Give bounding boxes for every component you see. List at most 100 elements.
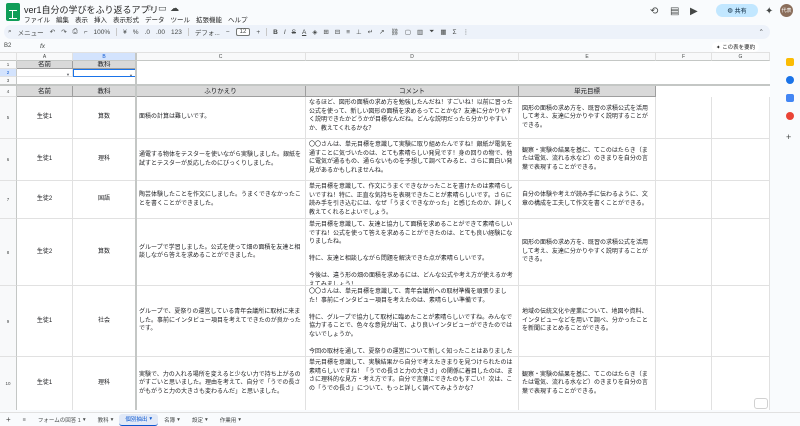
- frozen-column-divider[interactable]: [135, 53, 137, 410]
- rotate-icon[interactable]: ↗: [379, 28, 384, 36]
- sheets-logo-icon[interactable]: [6, 3, 20, 21]
- font-increase-icon[interactable]: +: [256, 29, 260, 36]
- column-header-d[interactable]: D: [306, 53, 519, 61]
- column-header-e[interactable]: E: [519, 53, 656, 61]
- gemini-icon[interactable]: ✦: [765, 6, 773, 17]
- tab-work[interactable]: 作業用 ▾: [214, 414, 247, 426]
- currency-icon[interactable]: ¥: [123, 29, 127, 36]
- tab-subjects[interactable]: 教科 ▾: [92, 414, 120, 426]
- meet-icon[interactable]: ▶: [690, 6, 698, 17]
- dropdown-arrow-icon[interactable]: ▼: [66, 71, 70, 76]
- tab-roster[interactable]: 名簿 ▾: [158, 414, 186, 426]
- text-color-icon[interactable]: A: [302, 29, 306, 36]
- column-header-c[interactable]: C: [136, 53, 306, 61]
- sheet-grid[interactable]: A B C D E F G 1 2 3 4 名前 教科 ▼ ▼ 名前 教科 ふり…: [0, 53, 770, 410]
- summarize-button[interactable]: ✦ この表を要約: [712, 42, 760, 52]
- fill-color-icon[interactable]: ◈: [312, 28, 317, 36]
- menu-help[interactable]: ヘルプ: [228, 14, 248, 24]
- font-decrease-icon[interactable]: −: [226, 29, 230, 36]
- menu-format[interactable]: 表示形式: [113, 14, 139, 24]
- header-cell-goal[interactable]: 単元目標: [519, 86, 656, 97]
- reflection-cell[interactable]: グループで学習しました。公式を使って畑の面積を友達と相談しながら答えを求めること…: [136, 219, 306, 286]
- star-icon[interactable]: ☆: [146, 3, 154, 14]
- tab-settings[interactable]: 設定 ▾: [186, 414, 214, 426]
- comment-cell[interactable]: 単元目標を意識して、実験結果から自分で考えたきまりを見つけられたのは素晴らしいで…: [306, 357, 519, 410]
- collapse-toolbar-icon[interactable]: ⌃: [759, 28, 764, 36]
- goal-cell[interactable]: 図形の面積の求め方を、既習の求積公式を活用して考え、友達に分かりやすく説明するこ…: [519, 219, 656, 286]
- wrap-icon[interactable]: ↵: [368, 28, 373, 36]
- all-sheets-icon[interactable]: ≡: [17, 414, 32, 426]
- column-header-g[interactable]: G: [712, 53, 770, 61]
- decimal-decrease-icon[interactable]: .0: [145, 29, 150, 36]
- chart-icon[interactable]: ▥: [417, 28, 423, 36]
- row-header[interactable]: 9: [0, 286, 17, 357]
- goal-cell[interactable]: 自分の体験や考えが読み手に伝わるように、文章の構成を工夫して作文を書くことができ…: [519, 181, 656, 219]
- reflection-cell[interactable]: 面積の計算は難しいです。: [136, 97, 306, 139]
- italic-icon[interactable]: I: [284, 29, 286, 36]
- row-header[interactable]: 8: [0, 219, 17, 286]
- redo-icon[interactable]: ↷: [61, 28, 66, 36]
- menu-view[interactable]: 表示: [75, 14, 88, 24]
- row-header[interactable]: 6: [0, 139, 17, 181]
- header-cell-name-top[interactable]: 名前: [17, 61, 73, 69]
- font-size-input[interactable]: 12: [235, 28, 251, 36]
- header-cell-comment[interactable]: コメント: [306, 86, 519, 97]
- goal-cell[interactable]: 観察・実験の結果を基に、てこのはたらき（または電気、流れる水など）のきまりを自分…: [519, 139, 656, 181]
- row-header[interactable]: 4: [0, 86, 17, 97]
- valign-icon[interactable]: ⊥: [356, 28, 362, 36]
- goal-cell[interactable]: 観察・実験の結果を基に、てこのはたらき（または電気、流れる水など）のきまりを自分…: [519, 357, 656, 410]
- empty-cell[interactable]: [656, 139, 712, 181]
- decimal-increase-icon[interactable]: .00: [156, 29, 165, 36]
- insert-comment-icon[interactable]: ▢: [405, 28, 411, 36]
- menu-extensions[interactable]: 拡張機能: [196, 14, 222, 24]
- row-header[interactable]: 5: [0, 97, 17, 139]
- link-icon[interactable]: ⛓: [391, 28, 399, 36]
- row-header[interactable]: 1: [0, 61, 17, 69]
- subject-cell[interactable]: 国語: [73, 181, 136, 219]
- search-icon[interactable]: ⌕: [8, 28, 12, 36]
- comment-cell[interactable]: 〇〇さんは、単元目標を意識して、青年会議所への取材準備を頑張りました！事前にイン…: [306, 286, 519, 357]
- empty-cell[interactable]: [712, 97, 770, 139]
- functions-icon[interactable]: Σ: [453, 29, 457, 36]
- paint-format-icon[interactable]: ⌐: [84, 29, 88, 36]
- name-cell[interactable]: 生徒1: [17, 286, 73, 357]
- column-header-b[interactable]: B: [73, 53, 136, 61]
- header-cell-subject[interactable]: 教科: [73, 86, 136, 97]
- subject-cell[interactable]: 理科: [73, 357, 136, 410]
- filter-views-icon[interactable]: ▦: [440, 28, 446, 36]
- menu-search-label[interactable]: メニュー: [18, 27, 44, 37]
- empty-cell[interactable]: [656, 219, 712, 286]
- name-cell[interactable]: 生徒1: [17, 139, 73, 181]
- header-cell-reflection[interactable]: ふりかえり: [136, 86, 306, 97]
- align-icon[interactable]: ≡: [346, 29, 350, 36]
- zoom-select[interactable]: 100%: [94, 29, 111, 36]
- name-cell[interactable]: 生徒1: [17, 97, 73, 139]
- header-cell-name[interactable]: 名前: [17, 86, 73, 97]
- add-sheet-icon[interactable]: +: [0, 414, 17, 426]
- number-format-icon[interactable]: 123: [171, 29, 182, 36]
- select-all-corner[interactable]: [0, 53, 17, 61]
- goal-cell[interactable]: 地域の伝統文化や産業について、地図や資料、インタビューなどを用いて調べ、分かった…: [519, 286, 656, 357]
- share-button[interactable]: ◍ 共有: [716, 4, 758, 17]
- contacts-icon[interactable]: [786, 94, 794, 102]
- subject-dropdown-cell[interactable]: ▼: [73, 69, 136, 77]
- menu-file[interactable]: ファイル: [24, 14, 50, 24]
- reflection-cell[interactable]: 陶芸体験したことを作文にしました。うまくできなかったことを書くことができました。: [136, 181, 306, 219]
- filter-icon[interactable]: ⏷: [429, 28, 434, 36]
- menu-insert[interactable]: 挿入: [94, 14, 107, 24]
- borders-icon[interactable]: ⊞: [323, 28, 328, 36]
- tab-individual-extract[interactable]: 個別抽出 ▾: [119, 413, 159, 426]
- empty-cell[interactable]: [712, 286, 770, 357]
- goal-cell[interactable]: 図形の面積の求め方を、既習の求積公式を活用して考え、友達に分かりやすく説明するこ…: [519, 97, 656, 139]
- more-icon[interactable]: ⋮: [463, 28, 470, 36]
- tab-form-responses[interactable]: フォームの回答 1 ▾: [32, 414, 92, 426]
- empty-cell[interactable]: [656, 181, 712, 219]
- name-cell[interactable]: 生徒2: [17, 181, 73, 219]
- subject-cell[interactable]: 算数: [73, 97, 136, 139]
- history-icon[interactable]: ⟲: [650, 6, 658, 17]
- column-header-f[interactable]: F: [656, 53, 712, 61]
- bold-icon[interactable]: B: [273, 29, 278, 36]
- header-cell-subject-top[interactable]: 教科: [73, 61, 136, 69]
- add-addon-icon[interactable]: +: [786, 132, 791, 142]
- percent-icon[interactable]: %: [133, 29, 139, 36]
